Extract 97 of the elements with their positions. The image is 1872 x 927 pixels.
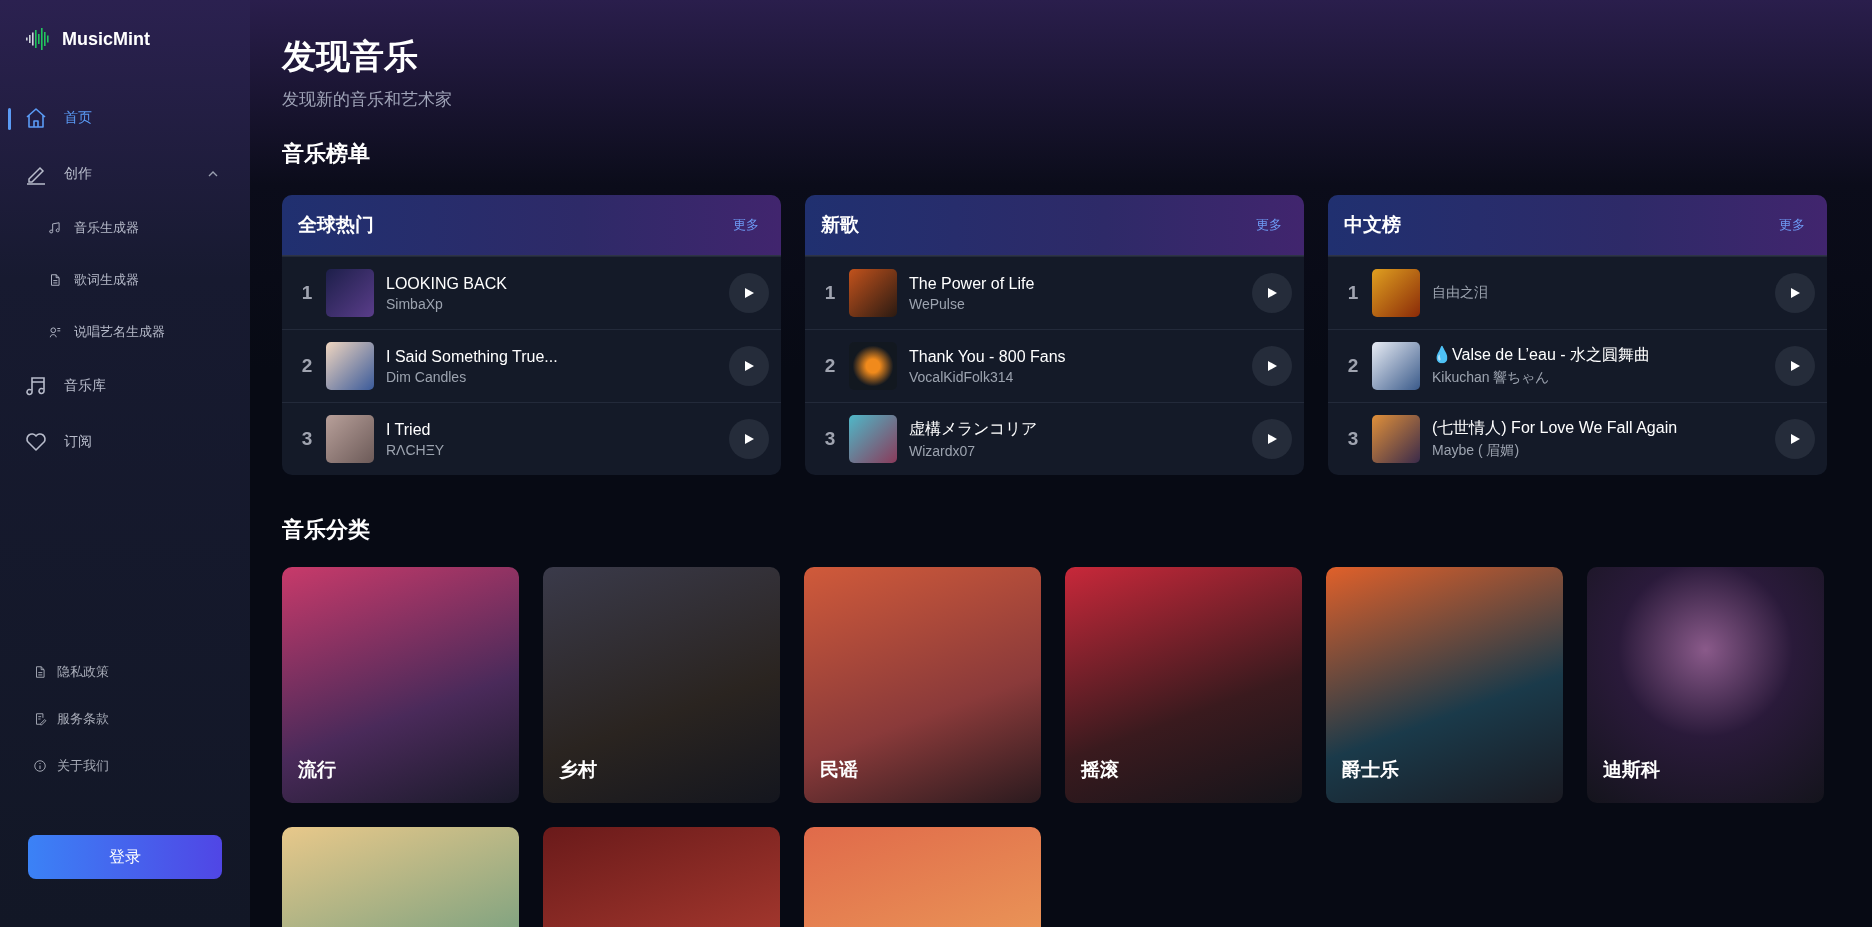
play-button[interactable] [1775,273,1815,313]
nav-item[interactable]: 订阅 [0,414,250,470]
play-icon [1266,360,1278,372]
song-title[interactable]: Thank You - 800 Fans [909,347,1240,366]
song-title[interactable]: I Said Something True... [386,347,717,366]
rank-number: 2 [1346,355,1360,377]
chart-title: 新歌 [821,213,859,237]
genre-label: 民谣 [820,758,858,782]
rank-number: 1 [1346,282,1360,304]
artist-name: Maybe ( 眉媚) [1432,442,1521,460]
genre-label: 流行 [298,758,336,782]
rank-number: 2 [823,355,837,377]
play-button[interactable] [729,273,769,313]
info-icon [33,758,47,773]
genre-card[interactable]: 民谣 [804,567,1041,803]
artist-name: SimbaXp [386,295,444,312]
sub-nav-item[interactable]: 歌词生成器 [0,254,250,306]
rank-number: 3 [1346,428,1360,450]
section-title: 音乐分类 [282,516,371,544]
music-notes-icon [24,374,48,398]
play-button[interactable] [1252,273,1292,313]
rank-number: 2 [300,355,314,377]
play-icon [1789,433,1801,445]
genre-label: 爵士乐 [1342,758,1399,782]
genre-card[interactable]: 爵士乐 [1326,567,1563,803]
chart-title: 中文榜 [1344,213,1401,237]
artist-name: VocalKidFolk314 [909,368,1015,385]
login-button[interactable]: 登录 [28,835,222,879]
song-title[interactable]: I Tried [386,420,717,439]
sub-nav-item[interactable]: 音乐生成器 [0,202,250,254]
footer-link[interactable]: 关于我们 [0,742,250,789]
song-title[interactable]: LOOKING BACK [386,274,717,293]
music-note-icon [48,221,62,235]
more-link[interactable]: 更多 [727,215,765,235]
cover-placeholder [1372,269,1420,317]
document-edit-icon [33,711,47,726]
footer-link[interactable]: 隐私政策 [0,648,250,695]
sound-wave-logo-icon [24,26,52,52]
rank-number: 1 [823,282,837,304]
cover-placeholder [1372,415,1420,463]
more-link[interactable]: 更多 [1773,215,1811,235]
cover-placeholder [326,415,374,463]
play-icon [743,360,755,372]
play-button[interactable] [729,346,769,386]
genre-card[interactable]: 摇滚 [1065,567,1302,803]
more-link[interactable]: 更多 [1250,215,1288,235]
page-title: 发现音乐 [282,36,419,77]
brand-name: MusicMint [62,28,150,50]
section-title: 音乐榜单 [282,140,371,168]
play-icon [1789,360,1801,372]
rank-number: 3 [823,428,837,450]
cover-placeholder [849,342,897,390]
play-icon [743,433,755,445]
rank-number: 1 [300,282,314,304]
cover-placeholder [326,269,374,317]
play-button[interactable] [1775,346,1815,386]
heart-icon [24,430,48,454]
play-button[interactable] [1252,346,1292,386]
cover-placeholder [326,342,374,390]
artist-name: RΛCHΞY [386,441,446,458]
document-icon [48,273,62,287]
genre-label: 迪斯科 [1603,758,1660,782]
song-title[interactable]: 虚構メランコリア [909,419,1240,440]
play-button[interactable] [729,419,769,459]
cover-placeholder [849,415,897,463]
artist-name: WePulse [909,295,966,312]
home-icon [24,106,48,130]
chart-title: 全球热门 [298,213,374,237]
document-icon [33,664,47,679]
play-button[interactable] [1775,419,1815,459]
genre-label: 摇滚 [1081,758,1119,782]
genre-label: 乡村 [559,758,597,782]
rank-number: 3 [300,428,314,450]
play-icon [743,287,755,299]
artist-name: Kikuchan 響ちゃん [1432,369,1551,387]
genre-card[interactable]: 迪斯科 [1587,567,1824,803]
genre-card[interactable]: 乡村 [543,567,780,803]
artist-name: Wizardx07 [909,443,977,459]
artist-name: Dim Candles [386,368,468,385]
page-subtitle: 发现新的音乐和艺术家 [282,89,453,111]
user-list-icon [48,325,62,339]
cover-placeholder [1372,342,1420,390]
play-icon [1266,433,1278,445]
play-button[interactable] [1252,419,1292,459]
song-title[interactable]: The Power of Life [909,274,1240,293]
artist-name: 自由之泪 [1432,284,1489,302]
song-title[interactable]: (七世情人) For Love We Fall Again [1432,418,1763,439]
nav-item[interactable]: 首页 [0,90,250,146]
cover-placeholder [849,269,897,317]
genre-card[interactable]: 流行 [282,567,519,803]
nav-item[interactable]: 创作 [0,146,250,202]
footer-link[interactable]: 服务条款 [0,695,250,742]
play-icon [1789,287,1801,299]
sub-nav-item[interactable]: 说唱艺名生成器 [0,306,250,358]
play-icon [1266,287,1278,299]
nav-item[interactable]: 音乐库 [0,358,250,414]
song-title[interactable]: 💧Valse de L’eau - 水之圓舞曲 [1432,345,1763,366]
